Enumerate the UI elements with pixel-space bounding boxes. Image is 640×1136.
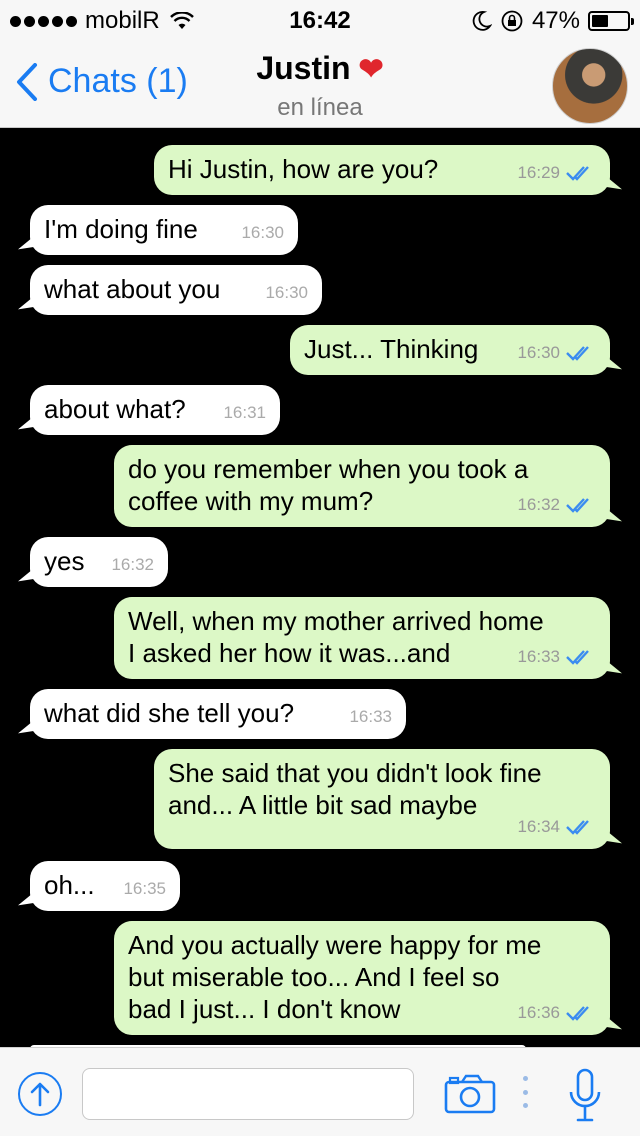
microphone-icon[interactable] bbox=[568, 1068, 602, 1124]
message-time: 16:34 bbox=[517, 817, 560, 836]
message-text: oh... bbox=[44, 870, 95, 900]
double-check-icon bbox=[566, 1006, 589, 1021]
message-bubble-incoming[interactable]: what about you 16:30 bbox=[30, 265, 322, 315]
message-time: 16:32 bbox=[517, 495, 560, 514]
message-text: Hi Justin, how are you? bbox=[168, 154, 439, 184]
message-meta: 16:36 bbox=[517, 997, 596, 1029]
message-bubble-incoming[interactable]: yes 16:32 bbox=[30, 537, 168, 587]
message-bubble-outgoing[interactable]: Well, when my mother arrived home I aske… bbox=[114, 597, 610, 679]
message-bubble-incoming[interactable]: I'm doing fine 16:30 bbox=[30, 205, 298, 255]
status-bar: mobilR 16:42 47% bbox=[0, 0, 640, 40]
compose-bar bbox=[0, 1047, 640, 1136]
camera-icon[interactable] bbox=[444, 1074, 496, 1114]
status-right: 47% bbox=[470, 7, 634, 35]
message-time: 16:31 bbox=[223, 403, 266, 422]
message-meta: 16:30 bbox=[241, 217, 284, 249]
message-meta: 16:35 bbox=[123, 873, 166, 905]
message-meta: 16:30 bbox=[517, 337, 596, 369]
double-check-icon bbox=[566, 650, 589, 665]
message-time: 16:29 bbox=[517, 163, 560, 182]
message-time: 16:30 bbox=[265, 283, 308, 302]
share-button[interactable] bbox=[18, 1072, 62, 1116]
message-bubble-incoming[interactable]: about what? 16:31 bbox=[30, 385, 280, 435]
divider-dots bbox=[523, 1076, 529, 1108]
message-text: what did she tell you? bbox=[44, 698, 295, 728]
orientation-lock-icon bbox=[501, 10, 523, 32]
message-text: And you actually were happy for me but m… bbox=[128, 930, 542, 1024]
message-bubble-incoming[interactable]: oh... 16:35 bbox=[30, 861, 180, 911]
message-meta: 16:30 bbox=[265, 277, 308, 309]
message-time: 16:33 bbox=[517, 647, 560, 666]
message-list[interactable]: Hi Justin, how are you? 16:29 I'm doing … bbox=[0, 129, 640, 1047]
message-bubble-incoming[interactable]: what did she tell you? 16:33 bbox=[30, 689, 406, 739]
chat-header: Chats (1) Justin ❤ en línea bbox=[0, 40, 640, 128]
message-meta: 16:29 bbox=[517, 157, 596, 189]
double-check-icon bbox=[566, 346, 589, 361]
battery-percent: 47% bbox=[531, 7, 580, 34]
message-bubble-outgoing[interactable]: Hi Justin, how are you? 16:29 bbox=[154, 145, 610, 195]
message-bubble-outgoing[interactable]: do you remember when you took a coffee w… bbox=[114, 445, 610, 527]
message-time: 16:33 bbox=[349, 707, 392, 726]
message-meta: 16:34 bbox=[517, 811, 596, 843]
message-text: Just... Thinking bbox=[304, 334, 479, 364]
avatar[interactable] bbox=[552, 48, 628, 124]
message-time: 16:35 bbox=[123, 879, 166, 898]
double-check-icon bbox=[566, 498, 589, 513]
message-meta: 16:31 bbox=[223, 397, 266, 429]
message-text: Well, when my mother arrived home I aske… bbox=[128, 606, 544, 668]
message-text: I'm doing fine bbox=[44, 214, 198, 244]
message-text: about what? bbox=[44, 394, 186, 424]
message-meta: 16:32 bbox=[517, 489, 596, 521]
moon-icon bbox=[472, 11, 492, 31]
double-check-icon bbox=[566, 820, 589, 835]
message-text: yes bbox=[44, 546, 85, 576]
message-time: 16:30 bbox=[241, 223, 284, 242]
message-text: what about you bbox=[44, 274, 221, 304]
message-bubble-outgoing[interactable]: And you actually were happy for me but m… bbox=[114, 921, 610, 1035]
message-time: 16:30 bbox=[517, 343, 560, 362]
contact-name-text: Justin bbox=[256, 50, 351, 86]
contact-name[interactable]: Justin ❤ bbox=[0, 50, 640, 87]
battery-icon bbox=[588, 11, 634, 31]
message-time: 16:32 bbox=[111, 555, 154, 574]
contact-status: en línea bbox=[277, 94, 363, 121]
message-meta: 16:33 bbox=[349, 701, 392, 733]
arrow-up-icon bbox=[30, 1082, 50, 1107]
message-bubble-outgoing[interactable]: Just... Thinking 16:30 bbox=[290, 325, 610, 375]
message-text: She said that you didn't look fine and..… bbox=[168, 758, 542, 820]
message-text: do you remember when you took a coffee w… bbox=[128, 454, 529, 516]
message-bubble-outgoing[interactable]: She said that you didn't look fine and..… bbox=[154, 749, 610, 849]
message-time: 16:36 bbox=[517, 1003, 560, 1022]
message-meta: 16:32 bbox=[111, 549, 154, 581]
heart-icon: ❤ bbox=[358, 53, 384, 86]
message-meta: 16:33 bbox=[517, 641, 596, 673]
double-check-icon bbox=[566, 166, 589, 181]
message-input[interactable] bbox=[82, 1068, 414, 1120]
